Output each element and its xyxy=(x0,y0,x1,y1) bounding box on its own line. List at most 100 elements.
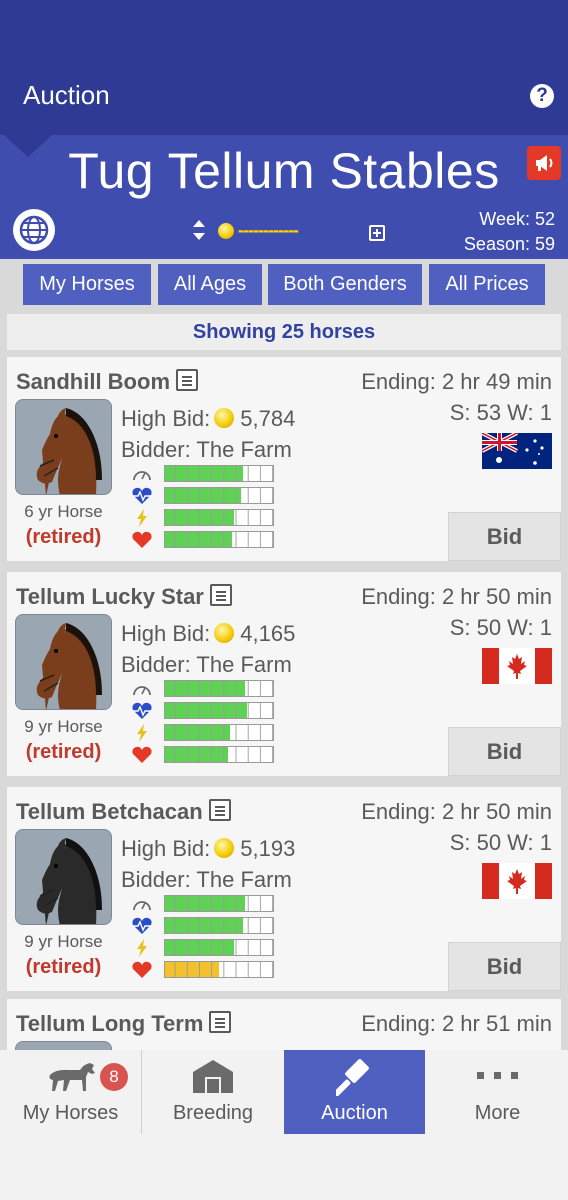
heartbeat-icon xyxy=(131,487,153,505)
high-bid: High Bid: 5,784 xyxy=(121,406,296,431)
horse-card[interactable]: Tellum Betchacan 9 yr Horse (retired) High … xyxy=(7,787,561,991)
stat-bar xyxy=(164,680,274,697)
stat-bar xyxy=(164,724,274,741)
coin-icon xyxy=(214,623,235,643)
nav-my-horses[interactable]: 8 My Horses xyxy=(0,1050,141,1134)
stat-ticks xyxy=(165,896,273,911)
ending-time: Ending: 2 hr 51 min xyxy=(361,1011,552,1036)
nav-breeding[interactable]: Breeding xyxy=(142,1050,284,1134)
stat-row xyxy=(131,680,281,698)
stat-bar xyxy=(164,895,274,912)
lightning-icon xyxy=(131,939,153,957)
stat-row xyxy=(131,961,281,979)
stat-bar xyxy=(164,746,274,763)
coin-icon xyxy=(214,838,235,858)
bid-button[interactable]: Bid xyxy=(448,512,561,561)
stat-bar xyxy=(164,531,274,548)
stat-ticks xyxy=(165,962,273,977)
notes-icon[interactable] xyxy=(208,799,231,821)
gavel-icon xyxy=(336,1059,369,1096)
barn-icon xyxy=(193,1060,233,1093)
stat-row xyxy=(131,917,281,935)
megaphone-icon[interactable] xyxy=(527,146,561,180)
bid-button[interactable]: Bid xyxy=(448,727,561,776)
filter-genders[interactable]: Both Genders xyxy=(268,264,422,305)
filter-ages[interactable]: All Ages xyxy=(158,264,262,305)
season-week: S: 50 W: 1 xyxy=(449,615,552,640)
heart-icon xyxy=(131,531,153,549)
filter-prices[interactable]: All Prices xyxy=(429,264,545,305)
bid-button[interactable]: Bid xyxy=(448,942,561,991)
stat-ticks xyxy=(165,488,273,503)
lightning-icon xyxy=(131,724,153,742)
canada-flag-icon xyxy=(482,648,552,684)
stat-bar xyxy=(164,917,274,934)
horse-name: Tellum Lucky Star xyxy=(16,584,232,610)
speed-gauge-icon xyxy=(131,895,153,913)
status-badge: (retired) xyxy=(25,956,102,978)
coin-icon xyxy=(214,408,235,428)
stat-bar xyxy=(164,961,274,978)
filter-my-horses[interactable]: My Horses xyxy=(23,264,151,305)
horse-name: Sandhill Boom xyxy=(16,369,198,395)
notes-icon[interactable] xyxy=(176,369,198,391)
horse-age: 9 yr Horse xyxy=(24,932,103,951)
horse-name: Tellum Betchacan xyxy=(16,799,231,825)
horse-avatar xyxy=(15,399,112,495)
filter-bar: My Horses All Ages Both Genders All Pric… xyxy=(0,259,568,313)
stat-row xyxy=(131,724,281,742)
nav-more[interactable]: More xyxy=(427,1050,568,1134)
ending-time: Ending: 2 hr 50 min xyxy=(361,799,552,824)
nav-label: My Horses xyxy=(22,1102,119,1124)
heartbeat-icon xyxy=(131,702,153,720)
stat-row xyxy=(131,509,281,527)
nav-label: More xyxy=(474,1102,521,1124)
lightning-icon xyxy=(131,509,153,527)
heartbeat-icon xyxy=(131,917,153,935)
app-bar xyxy=(0,0,568,135)
status-badge: (retired) xyxy=(25,741,102,763)
stat-bar xyxy=(164,487,274,504)
bidder: Bidder: The Farm xyxy=(121,437,292,462)
horse-age: 9 yr Horse xyxy=(24,717,103,736)
stat-ticks xyxy=(165,725,273,740)
globe-icon[interactable] xyxy=(13,209,55,251)
nav-label: Auction xyxy=(321,1102,388,1124)
stat-row xyxy=(131,465,281,483)
sort-updown-icon[interactable] xyxy=(192,219,206,241)
week-label: Week: 52 xyxy=(479,209,555,229)
bidder: Bidder: The Farm xyxy=(121,652,292,677)
stat-row xyxy=(131,746,281,764)
plus-box-icon[interactable] xyxy=(369,225,385,241)
stat-row xyxy=(131,939,281,957)
season-label: Season: 59 xyxy=(463,234,555,254)
stat-ticks xyxy=(165,532,273,547)
stat-ticks xyxy=(165,940,273,955)
stat-ticks xyxy=(165,747,273,762)
horse-avatar xyxy=(15,829,112,925)
stat-bar xyxy=(164,509,274,526)
coin-balance: ------------ xyxy=(238,220,299,240)
stat-ticks xyxy=(165,466,273,481)
speed-gauge-icon xyxy=(131,465,153,483)
question-circle-icon[interactable]: ? xyxy=(530,84,554,108)
heart-icon xyxy=(131,746,153,764)
stat-ticks xyxy=(165,681,273,696)
result-count: Showing 25 horses xyxy=(7,314,561,350)
stat-bar xyxy=(164,465,274,482)
more-dots-icon xyxy=(477,1072,518,1079)
notification-badge: 8 xyxy=(100,1063,128,1091)
nav-auction[interactable]: Auction xyxy=(284,1050,425,1134)
nav-label: Breeding xyxy=(172,1102,254,1124)
stat-row xyxy=(131,487,281,505)
notes-icon[interactable] xyxy=(209,584,232,606)
stable-name: Tug Tellum Stables xyxy=(68,143,500,199)
horse-card[interactable]: Tellum Lucky Star 9 yr Horse (retired) High… xyxy=(7,572,561,776)
stat-ticks xyxy=(165,510,273,525)
season-week: S: 53 W: 1 xyxy=(449,400,552,425)
horse-card[interactable]: Sandhill Boom 6 yr Horse (retired) High Bid… xyxy=(7,357,561,561)
stat-bar xyxy=(164,939,274,956)
notes-icon[interactable] xyxy=(209,1011,232,1033)
stat-bar xyxy=(164,702,274,719)
stat-row xyxy=(131,531,281,549)
